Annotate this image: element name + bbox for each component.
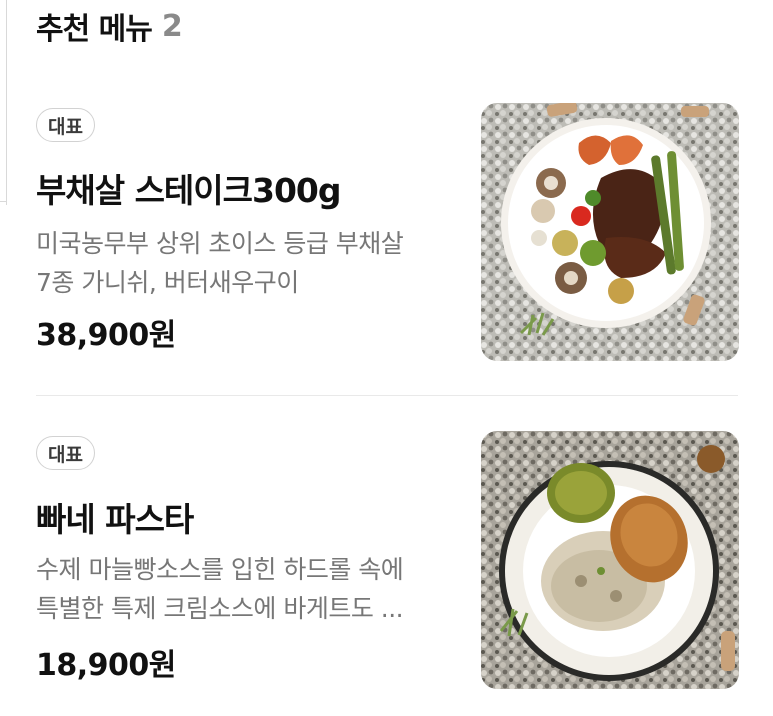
menu-item-name: 부채살 스테이크300g [36, 171, 342, 210]
section-count: 2 [161, 8, 183, 44]
description-line: 특별한 특제 크림소스에 바게트도 ... [36, 594, 404, 623]
description-line: 미국농무부 상위 초이스 등급 부채살 [36, 229, 404, 258]
description-line: 수제 마늘빵소스를 입힌 하드롤 속에 [36, 555, 404, 584]
item-divider [36, 395, 738, 396]
pasta-bread-bowl-photo[interactable] [481, 431, 739, 689]
menu-item-price: 38,900원 [36, 318, 176, 353]
menu-item-name: 빠네 파스타 [36, 500, 194, 539]
steak-plate-photo[interactable] [481, 103, 739, 361]
section-title: 추천 메뉴 [36, 12, 153, 47]
menu-item-price: 18,900원 [36, 648, 176, 683]
featured-badge: 대표 [36, 436, 95, 470]
featured-badge: 대표 [36, 108, 95, 142]
menu-item-description: 미국농무부 상위 초이스 등급 부채살 7종 가니쉬, 버터새우구이 [36, 224, 446, 302]
menu-item-steak[interactable]: 대표 부채살 스테이크300g 미국농무부 상위 초이스 등급 부채살 7종 가… [0, 100, 773, 396]
section-header: 추천 메뉴 2 [36, 4, 183, 48]
menu-item-description: 수제 마늘빵소스를 입힌 하드롤 속에 특별한 특제 크림소스에 바게트도 ..… [36, 550, 446, 628]
menu-item-pasta[interactable]: 대표 빠네 파스타 수제 마늘빵소스를 입힌 하드롤 속에 특별한 특제 크림소… [0, 398, 773, 716]
description-line: 7종 가니쉬, 버터새우구이 [36, 268, 299, 297]
